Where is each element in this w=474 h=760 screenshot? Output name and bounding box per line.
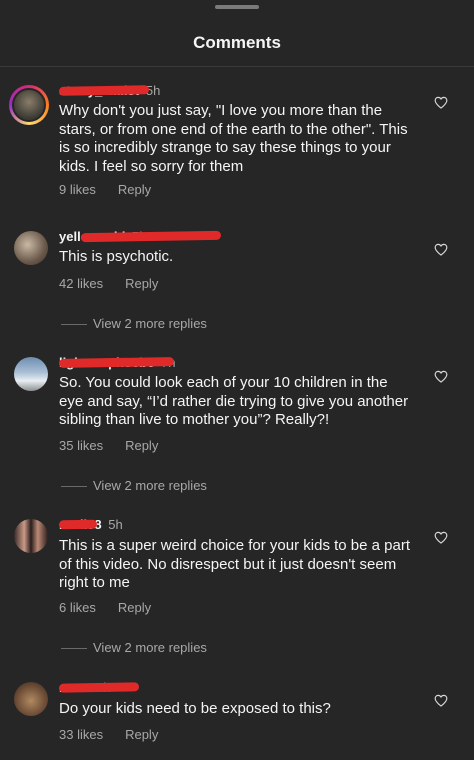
comment-meta: 42 likes Reply: [59, 276, 158, 291]
comment-text: This is psychotic.: [59, 248, 174, 265]
avatar[interactable]: [9, 85, 49, 125]
drag-handle[interactable]: [215, 5, 259, 9]
header-divider: [0, 66, 474, 67]
replies-divider: [61, 486, 87, 488]
comment-text: So. You could look each of your 10 child…: [59, 374, 409, 428]
comment-header: yello.......ld 7h: [59, 229, 222, 245]
page-title: Comments: [193, 33, 281, 52]
likes-count[interactable]: 42 likes: [59, 276, 103, 291]
redaction-scribble: [58, 85, 150, 96]
replies-divider: [61, 648, 87, 650]
redaction-scribble: [58, 356, 175, 369]
likes-count[interactable]: 6 likes: [59, 600, 96, 615]
avatar[interactable]: [14, 231, 48, 265]
avatar[interactable]: [14, 357, 48, 391]
reply-button[interactable]: Reply: [118, 182, 151, 197]
comment-header: ...ars 7h: [58, 680, 140, 696]
reply-button[interactable]: Reply: [125, 276, 158, 291]
view-replies-label: View 2 more replies: [93, 640, 207, 655]
view-replies-button[interactable]: View 2 more replies: [61, 640, 207, 655]
heart-icon[interactable]: [434, 370, 448, 383]
heart-icon[interactable]: [434, 243, 448, 256]
comment-header: light......phoebe 7h: [58, 355, 175, 371]
comment-text: Why don't you just say, "I love you more…: [59, 102, 408, 175]
reply-button[interactable]: Reply: [118, 600, 151, 615]
redaction-scribble: [58, 519, 98, 530]
heart-icon[interactable]: [434, 96, 448, 109]
comment-header: ...wil08 5h: [58, 517, 123, 533]
likes-count[interactable]: 9 likes: [59, 182, 96, 197]
view-replies-button[interactable]: View 2 more replies: [61, 478, 207, 493]
comment-meta: 9 likes Reply: [59, 182, 151, 197]
reply-button[interactable]: Reply: [125, 438, 158, 453]
comment-header: starry_......ist 5h: [58, 83, 160, 99]
view-replies-button[interactable]: View 2 more replies: [61, 316, 207, 331]
comment-text: This is a super weird choice for your ki…: [59, 537, 410, 591]
view-replies-label: View 2 more replies: [93, 478, 207, 493]
redaction-scribble: [58, 682, 140, 693]
likes-count[interactable]: 35 likes: [59, 438, 103, 453]
avatar[interactable]: [14, 519, 48, 553]
comment-text: Do your kids need to be exposed to this?: [59, 700, 331, 717]
heart-icon[interactable]: [434, 694, 448, 707]
comment-meta: 33 likes Reply: [59, 727, 158, 742]
heart-icon[interactable]: [434, 531, 448, 544]
likes-count[interactable]: 33 likes: [59, 727, 103, 742]
replies-divider: [61, 324, 87, 326]
comment-meta: 35 likes Reply: [59, 438, 158, 453]
redaction-scribble: [80, 230, 222, 243]
comment-time: 5h: [108, 517, 123, 532]
avatar[interactable]: [14, 682, 48, 716]
view-replies-label: View 2 more replies: [93, 316, 207, 331]
reply-button[interactable]: Reply: [125, 727, 158, 742]
comment-meta: 6 likes Reply: [59, 600, 151, 615]
